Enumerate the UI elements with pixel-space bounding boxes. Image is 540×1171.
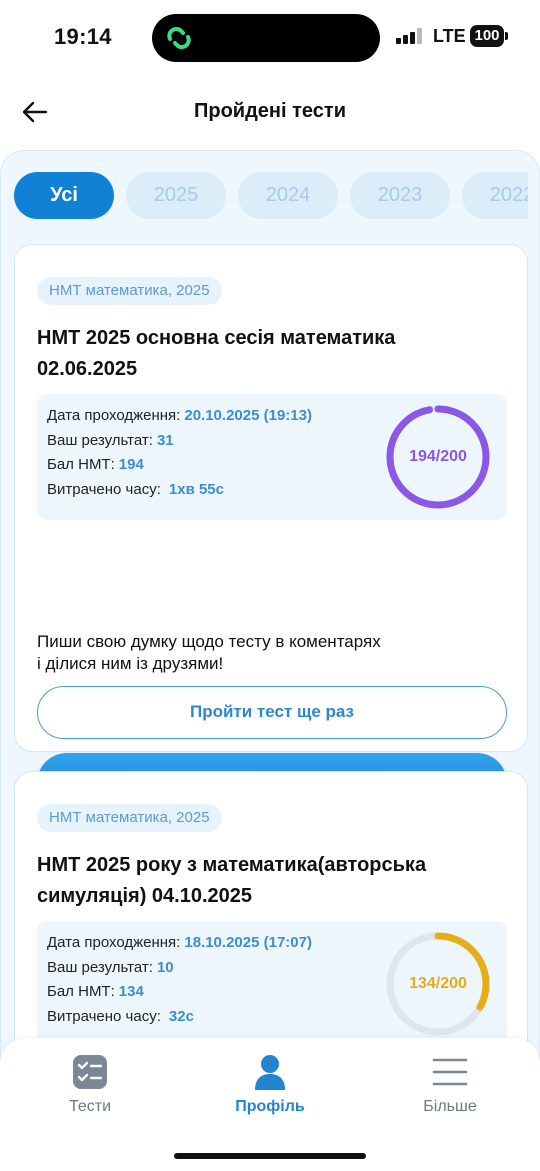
result-value: 31 <box>156 432 174 449</box>
tab-label: Тести <box>68 1098 112 1115</box>
page-title: Пройдені тести <box>194 100 346 122</box>
test-title-line: 02.06.2025 <box>37 358 138 380</box>
score-row: Бал НМТ: 194 <box>47 456 144 473</box>
filter-chip-all[interactable]: Усі <box>14 172 114 219</box>
comment-prompt-line: і ділися ним із друзями! <box>37 654 224 673</box>
time-label: Витрачено часу: <box>47 1008 161 1025</box>
result-value: 10 <box>156 959 174 976</box>
bottom-tab-bar: Тести Профіль Більше <box>0 1038 540 1171</box>
time-value: 32с <box>168 1008 194 1025</box>
tab-label: Більше <box>423 1098 477 1115</box>
tab-tests[interactable]: Тести <box>20 1052 160 1116</box>
network-type: LTE <box>433 26 466 46</box>
result-label: Ваш результат: <box>47 959 153 976</box>
result-stats: Дата проходження: 20.10.2025 (19:13) Ваш … <box>37 394 507 520</box>
tab-profile[interactable]: Профіль <box>200 1052 340 1116</box>
checklist-icon <box>73 1055 107 1089</box>
subject-tag: НМТ математика, 2025 <box>37 277 222 305</box>
score-value: 194 <box>118 456 144 473</box>
date-value: 18.10.2025 (17:07) <box>184 934 312 951</box>
score-label: Бал НМТ: <box>47 983 115 1000</box>
top-bar: Пройдені тести <box>0 84 540 140</box>
comment-prompt-line: Пиши свою думку щодо тесту в коментарях <box>37 632 381 651</box>
time-value: 1хв 55с <box>168 481 224 498</box>
battery-level: 100 <box>470 25 504 47</box>
subject-tag: НМТ математика, 2025 <box>37 804 222 832</box>
time-row: Витрачено часу: 1хв 55с <box>47 481 224 498</box>
result-label: Ваш результат: <box>47 432 153 449</box>
result-stats: Дата проходження: 18.10.2025 (17:07) Ваш … <box>37 921 507 1047</box>
filter-chip-2023[interactable]: 2023 <box>350 172 450 219</box>
cellular-signal-icon <box>396 28 424 44</box>
tab-more[interactable]: Більше <box>380 1052 520 1116</box>
date-value: 20.10.2025 (19:13) <box>184 407 312 424</box>
link-app-icon <box>167 26 191 50</box>
home-indicator <box>174 1153 366 1159</box>
filter-chip-2024[interactable]: 2024 <box>238 172 338 219</box>
time-row: Витрачено часу: 32с <box>47 1008 194 1025</box>
filter-chip-2022[interactable]: 2022 <box>462 172 528 219</box>
test-title-line: симуляція) 04.10.2025 <box>37 885 253 907</box>
date-row: Дата проходження: 20.10.2025 (19:13) <box>47 407 312 424</box>
test-title-line: НМТ 2025 основна сесія математика <box>37 327 396 349</box>
comment-prompt: Пиши свою думку щодо тесту в коментарях … <box>37 631 497 675</box>
score-value: 134 <box>118 983 144 1000</box>
profile-icon <box>255 1055 285 1090</box>
result-row: Ваш результат: 31 <box>47 432 174 449</box>
ring-score-label: 134/200 <box>409 975 467 992</box>
test-title: НМТ 2025 основна сесія математика 02.06.… <box>37 323 477 385</box>
dynamic-island <box>152 14 380 62</box>
result-row: Ваш результат: 10 <box>47 959 174 976</box>
score-label: Бал НМТ: <box>47 456 115 473</box>
time-label: Витрачено часу: <box>47 481 161 498</box>
menu-icon <box>432 1058 468 1086</box>
status-time: 19:14 <box>54 24 112 49</box>
date-label: Дата проходження: <box>47 407 181 424</box>
retry-test-button[interactable]: Пройти тест ще раз <box>37 686 507 739</box>
content-panel: Усі 2025 2024 2023 2022 НМТ математика, 2025… <box>0 150 540 1171</box>
date-row: Дата проходження: 18.10.2025 (17:07) <box>47 934 312 951</box>
test-result-card: НМТ математика, 2025 НМТ 2025 основна се… <box>14 244 528 813</box>
test-title: НМТ 2025 року з математика(авторська сим… <box>37 850 517 912</box>
score-ring: 194/200 <box>383 402 493 512</box>
filter-chip-2025[interactable]: 2025 <box>126 172 226 219</box>
battery-icon: 100 <box>470 25 508 47</box>
tab-label: Профіль <box>235 1098 305 1115</box>
test-title-line: НМТ 2025 року з математика(авторська <box>37 854 427 876</box>
date-label: Дата проходження: <box>47 934 181 951</box>
status-bar: 19:14 LTE 100 <box>0 0 540 74</box>
year-filter-chips: Усі 2025 2024 2023 2022 <box>14 172 528 220</box>
ring-score-label: 194/200 <box>409 448 467 465</box>
score-ring: 134/200 <box>383 929 493 1039</box>
score-row: Бал НМТ: 134 <box>47 983 144 1000</box>
